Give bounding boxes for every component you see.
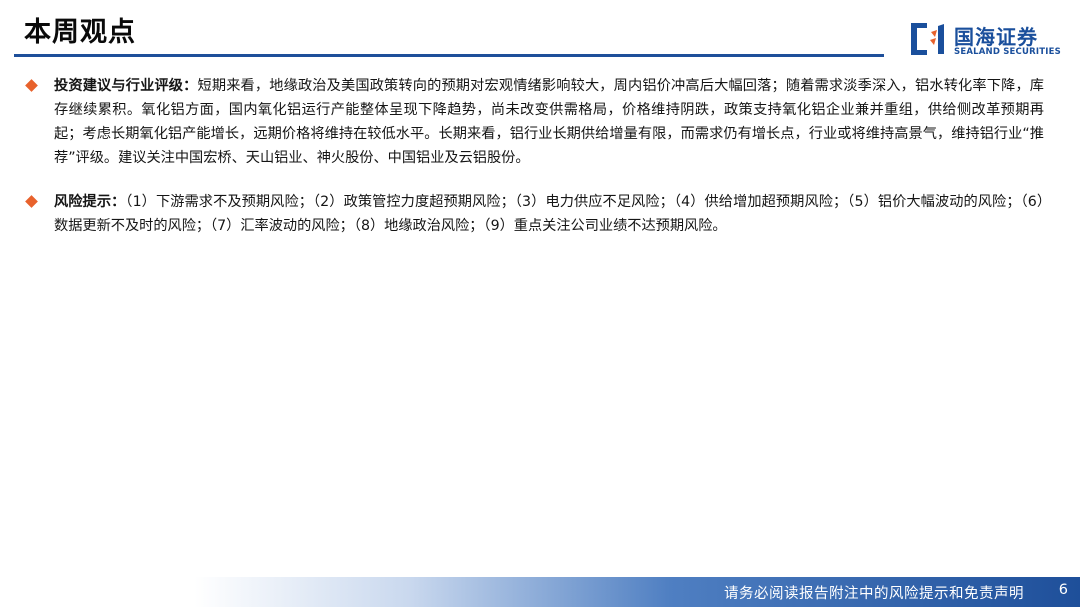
footer-bar: 请务必阅读报告附注中的风险提示和免责声明 6 (0, 577, 1080, 607)
diamond-bullet-icon (25, 195, 38, 208)
footer-disclaimer: 请务必阅读报告附注中的风险提示和免责声明 (724, 586, 1024, 602)
bullet-risk-warning: 风险提示：（1）下游需求不及预期风险；（2）政策管控力度超预期风险；（3）电力供… (24, 190, 1044, 238)
bullet-heading: 风险提示： (54, 194, 126, 210)
bullet-text: （1）下游需求不及预期风险；（2）政策管控力度超预期风险；（3）电力供应不足风险… (54, 194, 1044, 234)
bullet-heading: 投资建议与行业评级： (54, 78, 198, 94)
logo-name-cn: 国海证券 (954, 25, 1038, 49)
bullet-investment-advice: 投资建议与行业评级：短期来看，地缘政治及美国政策转向的预期对宏观情绪影响较大，周… (24, 74, 1044, 170)
logo-name-en: SEALAND SECURITIES (954, 47, 1061, 57)
page-number: 6 (1058, 582, 1068, 598)
company-logo: 国海证券 SEALAND SECURITIES (910, 20, 1070, 60)
content-area: 投资建议与行业评级：短期来看，地缘政治及美国政策转向的预期对宏观情绪影响较大，周… (24, 74, 1044, 238)
diamond-bullet-icon (25, 79, 38, 92)
title-divider (14, 54, 884, 57)
page-title: 本周观点 (24, 17, 136, 48)
bullet-text: 短期来看，地缘政治及美国政策转向的预期对宏观情绪影响较大，周内铝价冲高后大幅回落… (54, 78, 1044, 166)
sealand-logo-icon (911, 23, 944, 55)
